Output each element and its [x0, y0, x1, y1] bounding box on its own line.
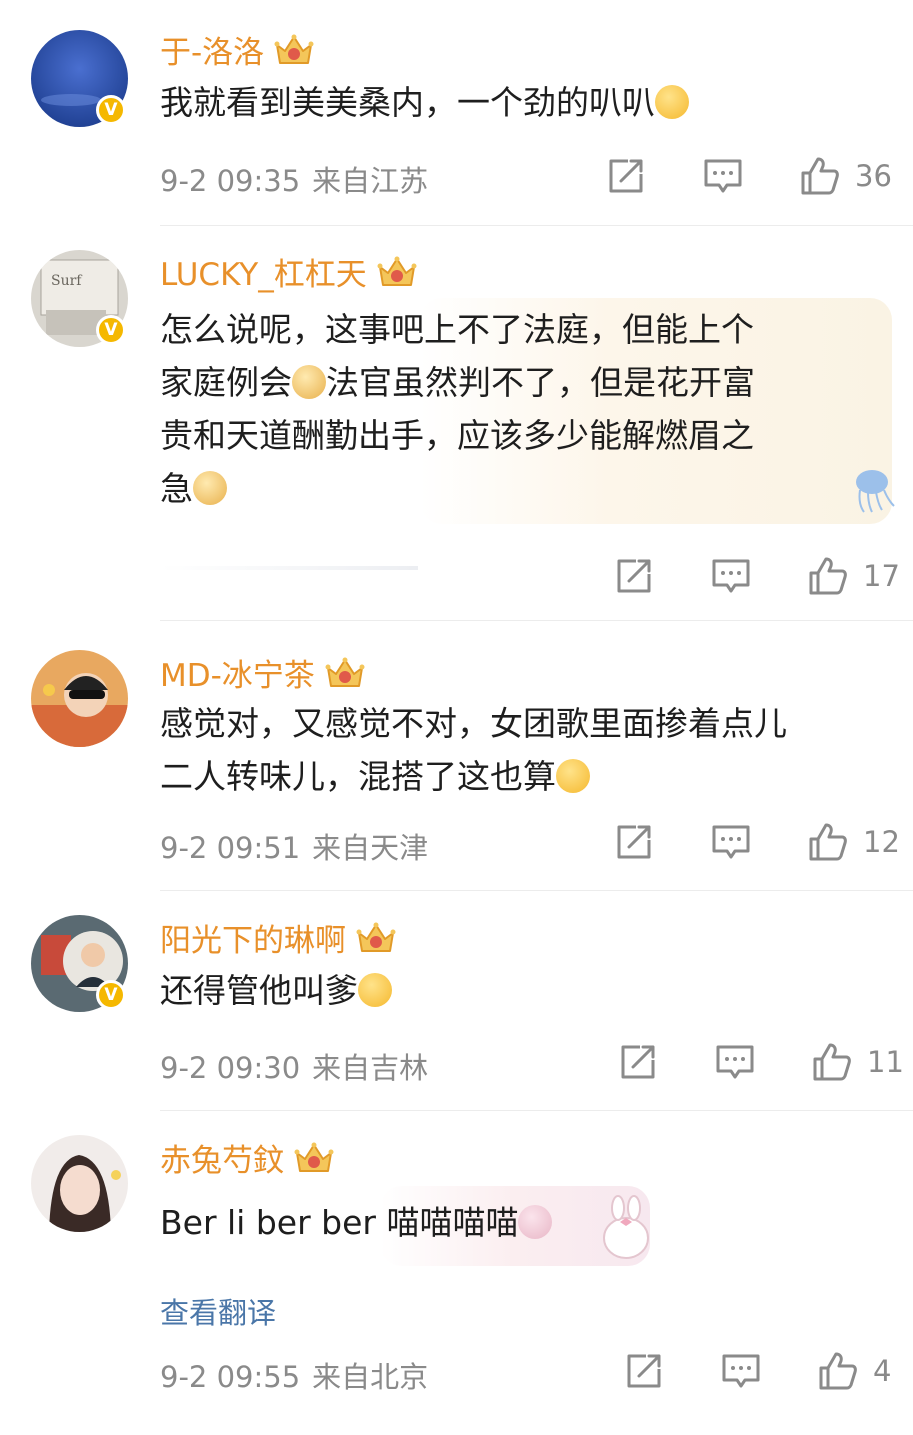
like-count: 12	[863, 825, 900, 859]
avatar-image	[31, 650, 128, 747]
username[interactable]: LUCKY_杠杠天	[160, 249, 417, 294]
username-text[interactable]: 阳光下的琳啊	[160, 915, 346, 960]
like-button[interactable]: 11	[812, 1042, 904, 1082]
username[interactable]: MD-冰宁茶	[160, 650, 365, 695]
comment-button[interactable]	[711, 822, 751, 862]
avatar-image	[31, 1135, 128, 1232]
like-count: 4	[873, 1354, 892, 1388]
like-count: 36	[855, 159, 892, 193]
avatar[interactable]	[31, 650, 128, 747]
smile-emoji-icon	[358, 973, 392, 1007]
like-icon	[818, 1351, 858, 1391]
divider	[160, 1110, 913, 1111]
repost-icon	[614, 556, 654, 596]
comment-text: 我就看到美美桑内，一个劲的叭叭	[160, 76, 689, 129]
crown-badge-icon	[294, 1141, 334, 1175]
svg-text:Surf: Surf	[51, 273, 83, 289]
crown-badge-icon	[356, 921, 396, 955]
username-text[interactable]: 赤兔芍鈫	[160, 1135, 284, 1180]
repost-icon	[614, 822, 654, 862]
crown-badge-icon	[377, 255, 417, 289]
repost-button[interactable]	[614, 556, 654, 596]
like-icon	[808, 556, 848, 596]
comment-icon	[711, 822, 751, 862]
like-button[interactable]: 4	[818, 1351, 891, 1391]
like-count: 11	[867, 1045, 904, 1079]
like-button[interactable]: 12	[808, 822, 900, 862]
comment-text: Ber li ber ber 喵喵喵喵	[160, 1196, 553, 1249]
avatar[interactable]: V	[31, 915, 128, 1012]
repost-icon	[624, 1351, 664, 1391]
repost-icon	[606, 156, 646, 196]
comment-icon	[703, 156, 743, 196]
bunny-emoji-icon	[518, 1205, 553, 1239]
like-icon	[812, 1042, 852, 1082]
username-text[interactable]: MD-冰宁茶	[160, 650, 315, 695]
username[interactable]: 赤兔芍鈫	[160, 1135, 334, 1180]
avatar[interactable]	[31, 1135, 128, 1232]
comment-button[interactable]	[721, 1351, 761, 1391]
repost-button[interactable]	[624, 1351, 664, 1391]
translate-link[interactable]: 查看翻译	[160, 1290, 276, 1332]
username-text[interactable]: LUCKY_杠杠天	[160, 249, 367, 294]
username[interactable]: 阳光下的琳啊	[160, 915, 396, 960]
like-button[interactable]: 17	[808, 556, 900, 596]
avatar[interactable]: V	[31, 30, 128, 127]
divider	[160, 620, 913, 621]
repost-button[interactable]	[614, 822, 654, 862]
avatar[interactable]: Surf V	[31, 250, 128, 347]
repost-button[interactable]	[618, 1042, 658, 1082]
doge-emoji-icon	[193, 471, 227, 505]
comment-button[interactable]	[711, 556, 751, 596]
comment-icon	[715, 1042, 755, 1082]
verified-v-icon: V	[96, 315, 126, 345]
comment-icon	[711, 556, 751, 596]
username-text[interactable]: 于-洛洛	[160, 27, 264, 72]
bunny-decoration-icon	[603, 1195, 649, 1259]
comment-text: 怎么说呢，这事吧上不了法庭，但能上个 家庭例会 法官虽然判不了，但是花开富 贵和天…	[160, 310, 755, 508]
comment-text: 感觉对，又感觉不对，女团歌里面掺着点儿 二人转味儿，混搭了这也算	[160, 704, 787, 796]
crown-badge-icon	[325, 656, 365, 690]
doge-emoji-icon	[292, 365, 326, 399]
like-button[interactable]: 36	[800, 156, 892, 196]
comment-text: 还得管他叫爹	[160, 964, 392, 1017]
divider	[160, 890, 913, 891]
crown-badge-icon	[274, 33, 314, 67]
comment-icon	[721, 1351, 761, 1391]
like-icon	[800, 156, 840, 196]
divider	[160, 225, 913, 226]
repost-icon	[618, 1042, 658, 1082]
comment-button[interactable]	[715, 1042, 755, 1082]
like-count: 17	[863, 559, 900, 593]
jellyfish-decoration-icon	[856, 470, 895, 513]
repost-button[interactable]	[606, 156, 646, 196]
verified-v-icon: V	[96, 95, 126, 125]
verified-v-icon: V	[96, 980, 126, 1010]
grin-emoji-icon	[655, 85, 689, 119]
comment-button[interactable]	[703, 156, 743, 196]
username[interactable]: 于-洛洛	[160, 27, 314, 72]
666-emoji-icon	[556, 759, 590, 793]
like-icon	[808, 822, 848, 862]
